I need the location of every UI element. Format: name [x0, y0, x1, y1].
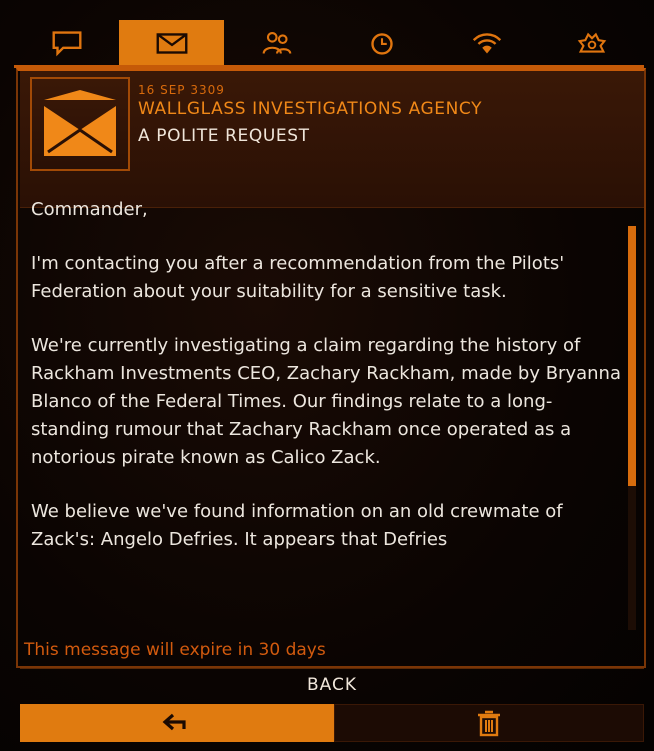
tab-inbox[interactable] — [119, 20, 224, 68]
reply-arrow-icon — [162, 713, 186, 731]
message-paragraph: We're currently investigating a claim re… — [31, 335, 621, 468]
tab-contacts[interactable] — [224, 20, 329, 68]
inbox-message-panel: 16 SEP 3309 WALLGLASS INVESTIGATIONS AGE… — [0, 0, 654, 751]
message-body: Commander, I'm contacting you after a re… — [31, 196, 623, 580]
scrollbar-thumb[interactable] — [628, 226, 636, 486]
people-icon — [262, 31, 291, 54]
trash-icon — [478, 710, 500, 737]
message-paragraph: Commander, — [31, 199, 148, 220]
footer-divider — [20, 668, 644, 669]
tab-bar — [14, 20, 644, 68]
chat-bubble-icon — [52, 30, 81, 56]
back-button[interactable]: BACK — [20, 670, 644, 700]
reply-button[interactable] — [20, 704, 334, 742]
envelope-icon — [156, 32, 187, 54]
tab-settings[interactable] — [539, 20, 644, 68]
tab-chat[interactable] — [14, 20, 119, 68]
message-header: 16 SEP 3309 WALLGLASS INVESTIGATIONS AGE… — [20, 71, 644, 208]
message-date: 16 SEP 3309 — [138, 83, 225, 97]
message-subject: A POLITE REQUEST — [138, 126, 310, 146]
settings-cog-icon — [577, 32, 606, 53]
message-paragraph: We believe we've found information on an… — [31, 501, 563, 550]
tab-network[interactable] — [434, 20, 539, 68]
envelope-icon — [44, 90, 116, 156]
action-bar — [20, 704, 644, 742]
delete-button[interactable] — [334, 704, 644, 742]
tab-history[interactable] — [329, 20, 434, 68]
wifi-shield-icon — [472, 32, 501, 53]
clock-icon — [370, 32, 393, 55]
message-paragraph: I'm contacting you after a recommendatio… — [31, 253, 565, 302]
message-type-badge — [30, 77, 130, 171]
message-sender: WALLGLASS INVESTIGATIONS AGENCY — [138, 99, 483, 119]
expiry-notice: This message will expire in 30 days — [24, 640, 326, 660]
